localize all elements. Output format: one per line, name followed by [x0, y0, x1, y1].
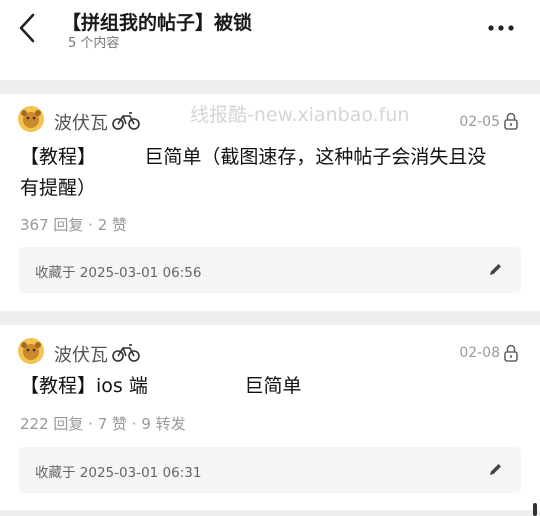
post-title-line: 【教程】 巨简单（截图速存，这种帖子会消失且没 [20, 146, 487, 168]
avatar[interactable] [18, 106, 44, 132]
post-title[interactable]: 【教程】ios 端 巨简单 [20, 371, 301, 402]
more-horizontal-icon[interactable] [488, 25, 514, 31]
favorite-info: 收藏于 2025-03-01 06:56 [19, 247, 521, 293]
post-stats: 367 回复 · 2 赞 [20, 216, 128, 234]
bicycle-icon [112, 344, 140, 362]
post-date: 02-05 [459, 114, 500, 130]
post-title-line: 【教程】ios 端 巨简单 [20, 375, 302, 397]
lock-icon [504, 112, 518, 130]
scrollbar[interactable] [533, 503, 537, 516]
post-card[interactable]: 波伏瓦 02-08 【教程】ios 端 巨简单 222 回复 · 7 赞 · 9… [0, 325, 540, 510]
avatar[interactable] [18, 338, 44, 364]
chevron-left-icon[interactable] [14, 12, 42, 44]
post-title[interactable]: 【教程】 巨简单（截图速存，这种帖子会消失且没 有提醒） [20, 142, 486, 204]
favorited-time: 收藏于 2025-03-01 06:56 [35, 265, 202, 281]
post-stats: 222 回复 · 7 赞 · 9 转发 [20, 415, 186, 433]
edit-icon[interactable] [488, 462, 503, 477]
lock-icon [504, 344, 518, 362]
post-title-line: 有提醒） [20, 177, 97, 199]
username[interactable]: 波伏瓦 [54, 341, 108, 367]
page-title: 【拼组我的帖子】被锁 [62, 12, 253, 34]
post-date: 02-08 [459, 345, 500, 361]
favorited-time: 收藏于 2025-03-01 06:31 [35, 465, 202, 481]
bicycle-icon [112, 112, 140, 130]
content-count: 5 个内容 [68, 36, 120, 51]
favorite-info: 收藏于 2025-03-01 06:31 [19, 447, 521, 493]
previous-card-bottom [0, 58, 540, 80]
edit-icon[interactable] [488, 262, 503, 277]
watermark: 线报酷-new.xianbao.fun [190, 104, 410, 126]
top-bar: 【拼组我的帖子】被锁 5 个内容 [0, 0, 540, 58]
username[interactable]: 波伏瓦 [54, 109, 108, 135]
